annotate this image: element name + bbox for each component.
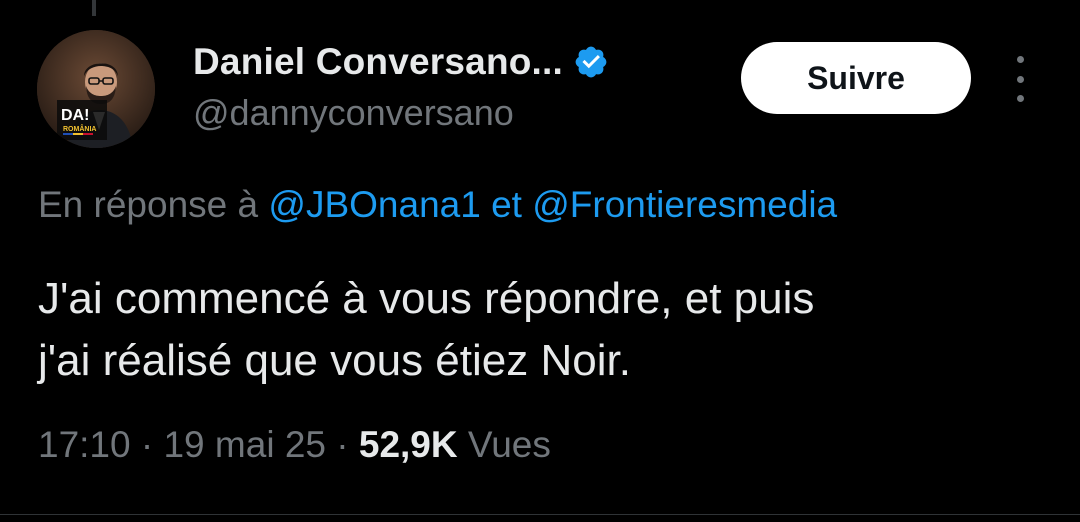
tweet-text-line: J'ai commencé à vous répondre, et puis — [38, 274, 815, 323]
avatar[interactable]: DA! ROMÂNIA — [37, 30, 155, 148]
reply-context: En réponse à @JBOnana1 et @Frontieresmed… — [38, 184, 837, 226]
author-name-row[interactable]: Daniel Conversano... — [193, 40, 609, 84]
author-handle[interactable]: @dannyconversano — [193, 92, 514, 134]
reply-mention-link[interactable]: @JBOnana1 — [268, 184, 480, 225]
divider — [0, 514, 1080, 515]
avatar-image: DA! ROMÂNIA — [37, 30, 155, 148]
tweet-metadata: 17:10 · 19 mai 25 · 52,9K Vues — [38, 424, 551, 466]
tweet-time[interactable]: 17:10 — [38, 424, 131, 465]
thread-connector-line — [92, 0, 96, 16]
more-dot — [1016, 75, 1024, 83]
reply-prefix: En réponse à — [38, 184, 259, 225]
avatar-logo-text: DA! — [61, 107, 89, 124]
views-label: Vues — [467, 424, 551, 465]
more-dot — [1016, 95, 1024, 102]
reply-connector: et — [491, 184, 522, 225]
verified-badge-icon — [575, 46, 607, 78]
svg-text:ROMÂNIA: ROMÂNIA — [63, 124, 96, 133]
more-dot — [1016, 56, 1024, 63]
meta-separator: · — [336, 424, 349, 465]
reply-mention-link[interactable]: @Frontieresmedia — [532, 184, 837, 225]
tweet-date[interactable]: 19 mai 25 — [163, 424, 326, 465]
more-options-icon[interactable] — [1006, 56, 1034, 102]
views-count[interactable]: 52,9K — [359, 424, 458, 465]
tweet-text-line: j'ai réalisé que vous étiez Noir. — [38, 336, 631, 385]
author-display-name[interactable]: Daniel Conversano... — [193, 41, 563, 83]
tweet-text: J'ai commencé à vous répondre, et puis j… — [38, 268, 1048, 392]
follow-button[interactable]: Suivre — [741, 42, 971, 114]
meta-separator: · — [140, 424, 154, 465]
